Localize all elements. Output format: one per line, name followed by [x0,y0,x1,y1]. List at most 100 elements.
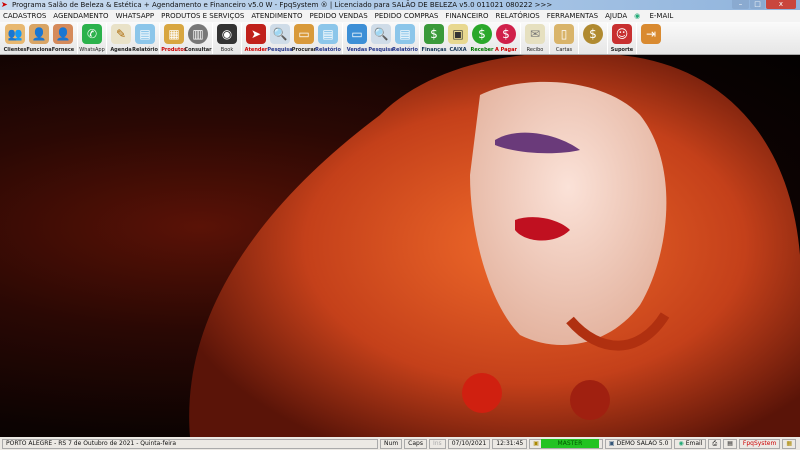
minimize-button[interactable]: – [732,0,749,9]
menu-whatsapp[interactable]: WHATSAPP [116,10,155,22]
dollar-red-icon: $ [496,24,516,44]
maximize-button[interactable]: □ [750,0,765,9]
search-icon: 🔍 [371,24,391,44]
menu-pedido-vendas[interactable]: PEDIDO VENDAS [309,10,367,22]
menu-financeiro[interactable]: FINANCEIRO [445,10,488,22]
support-icon: ☺ [612,24,632,44]
exit-door-icon: ⇥ [641,24,661,44]
pesquisa-atendimento-button[interactable]: 🔍 Pesquisa [267,22,293,55]
status-bar: PORTO ALEGRE - RS 7 de Outubro de 2021 -… [0,437,800,450]
procurar-button[interactable]: ▭ Procurar [292,22,316,55]
menu-relatorios[interactable]: RELATÓRIOS [495,10,539,22]
toolbar: 👥 Clientes 👤 Funciona 👤 Fornece ✆ WhatsApp ✎… [0,22,800,55]
window-icon: ▤ [727,440,733,447]
title-bar: ➤ Programa Salão de Beleza & Estética + … [0,0,800,10]
menu-atendimento[interactable]: ATENDIMENTO [251,10,302,22]
consultar-button[interactable]: ▥ Consultar [184,22,212,55]
menu-agendamento[interactable]: AGENDAMENTO [53,10,108,22]
financas-button[interactable]: $ Finanças [422,22,446,55]
app-icon: ➤ [1,0,8,9]
printer-icon: ⎙ [712,440,718,447]
book-button[interactable]: ◉ Book [215,22,239,55]
separator [212,23,213,54]
produtos-button[interactable]: ▦ Produtos [161,22,187,55]
agenda-icon: ✎ [111,24,131,44]
menu-email[interactable]: ◉ E-MAIL [634,10,680,22]
folder-icon: ▭ [294,24,314,44]
supplier-icon: 👤 [53,24,73,44]
calc-icon: ▦ [786,440,792,447]
pesquisa-vendas-button[interactable]: 🔍 Pesquisa [368,22,394,55]
brand-link[interactable]: FpqSystem [738,438,781,449]
menu-ajuda[interactable]: AJUDA [605,10,627,22]
caps-lock-indicator: Caps [404,438,427,449]
fornece-button[interactable]: 👤 Fornece [51,22,75,55]
clientes-button[interactable]: 👥 Clientes [3,22,27,55]
cashbook-icon: ▣ [448,24,468,44]
coin-icon: $ [583,24,603,44]
whatsapp-button[interactable]: ✆ WhatsApp [79,22,105,55]
email-icon: ◉ [678,440,684,447]
coin-button[interactable]: $ [581,22,605,55]
report-icon: ▤ [135,24,155,44]
separator [241,23,242,54]
dollar-green-icon: $ [472,24,492,44]
time-panel: 12:31:45 [492,438,528,449]
monitor-icon: ▭ [347,24,367,44]
relatorio-agenda-button[interactable]: ▤ Relatório [132,22,158,55]
user-icon: ▣ [533,440,539,447]
close-button[interactable]: x [766,0,796,9]
calculator-button[interactable]: ▦ [782,438,796,449]
search-icon: 🔍 [270,24,290,44]
whatsapp-icon: ✆ [82,24,102,44]
atender-icon: ➤ [246,24,266,44]
separator [106,23,107,54]
menu-pedido-compras[interactable]: PEDIDO COMPRAS [375,10,439,22]
report-icon: ▤ [395,24,415,44]
atender-button[interactable]: ➤ Atender [244,22,268,55]
relatorio-vendas-button[interactable]: ▤ Relatório [392,22,418,55]
caixa-button[interactable]: ▣ CAIXA [446,22,470,55]
screen-button[interactable]: ▤ [723,438,737,449]
letter-icon: ▯ [554,24,574,44]
suporte-button[interactable]: ☺ Suporte [610,22,634,55]
money-icon: $ [424,24,444,44]
insert-indicator: Ins [428,438,446,449]
menu-bar: CADASTROS AGENDAMENTO WHATSAPP PRODUTOS … [0,10,800,22]
separator [342,23,343,54]
funciona-button[interactable]: 👤 Funciona [26,22,52,55]
print-button[interactable]: ⎙ [708,438,722,449]
computer-icon: ▣ [608,440,615,447]
recibo-button[interactable]: ✉ Recibo [523,22,547,55]
separator [159,23,160,54]
a-pagar-button[interactable]: $ A Pagar [494,22,518,55]
agenda-button[interactable]: ✎ Agenda [109,22,133,55]
separator [520,23,521,54]
boxes-icon: ▦ [164,24,184,44]
separator [607,23,608,54]
user-panel: ▣ MASTER [529,438,603,449]
email-button[interactable]: ◉ Email [674,438,707,449]
menu-ferramentas[interactable]: FERRAMENTAS [547,10,598,22]
location-date-panel: PORTO ALEGRE - RS 7 de Outubro de 2021 -… [2,438,379,449]
version-panel: ▣ DEMO SALAO 5.0 [604,438,673,449]
exit-button[interactable]: ⇥ [639,22,663,55]
barcode-icon: ▥ [188,24,208,44]
separator [77,23,78,54]
camera-icon: ◉ [217,24,237,44]
menu-produtos-servicos[interactable]: PRODUTOS E SERVIÇOS [161,10,244,22]
receipt-icon: ✉ [525,24,545,44]
cartas-button[interactable]: ▯ Cartas [552,22,576,55]
background-image [0,55,800,437]
globe-icon: ◉ [634,12,641,20]
relatorio-atendimento-button[interactable]: ▤ Relatório [315,22,341,55]
receber-button[interactable]: $ Receber [470,22,494,55]
report-icon: ▤ [318,24,338,44]
window-title: Programa Salão de Beleza & Estética + Ag… [12,1,553,9]
users-icon: 👥 [5,24,25,44]
separator [549,23,550,54]
vendas-button[interactable]: ▭ Vendas [345,22,369,55]
date-panel: 07/10/2021 [447,438,491,449]
salon-woman-illustration [189,55,800,437]
menu-cadastros[interactable]: CADASTROS [3,10,46,22]
